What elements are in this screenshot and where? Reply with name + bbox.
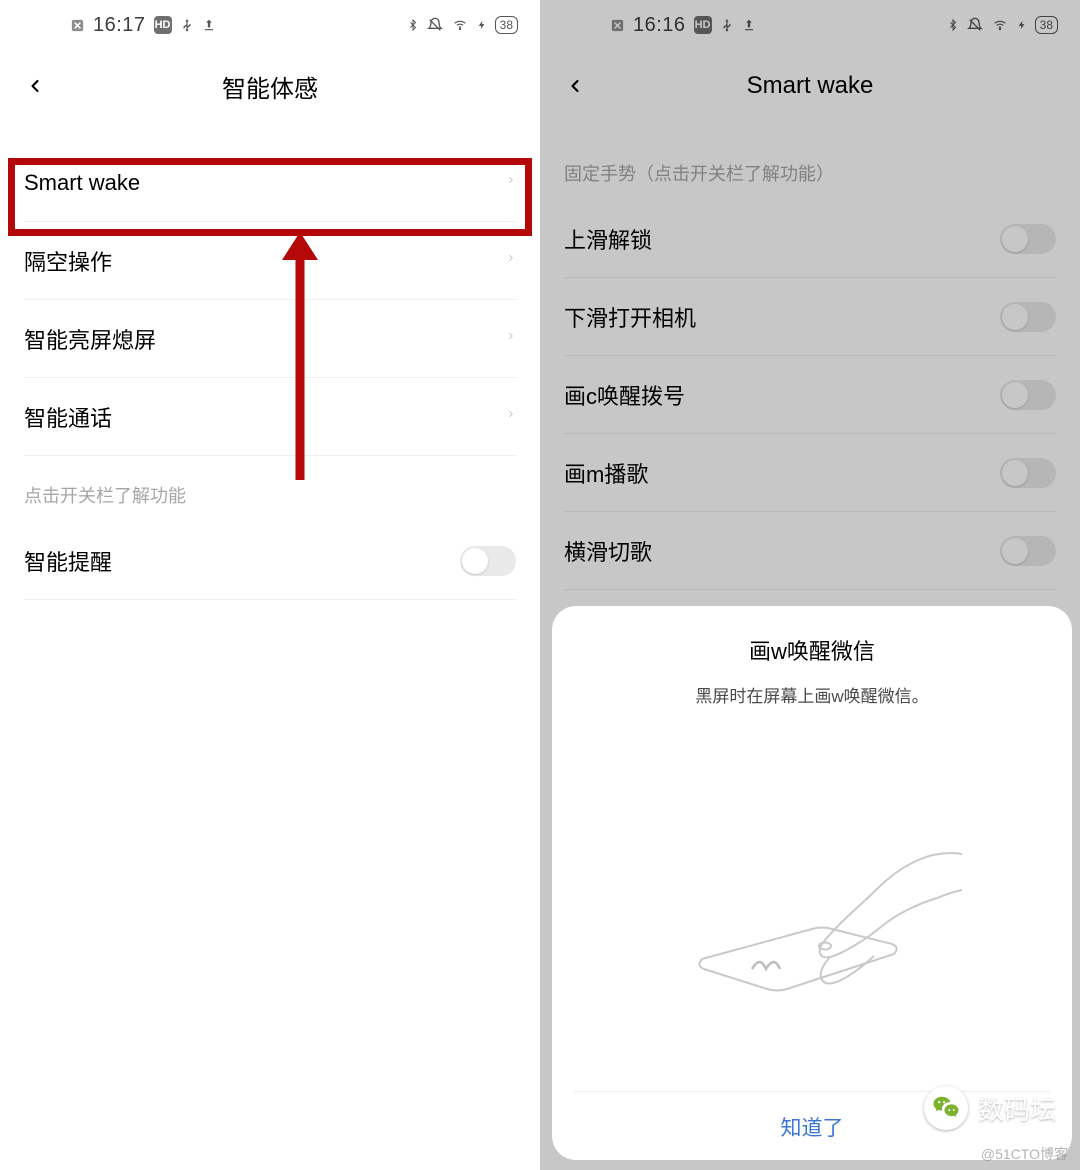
mute-bell-icon — [427, 17, 443, 33]
charge-icon — [1017, 17, 1027, 33]
close-icon — [610, 18, 625, 33]
row-smart-reminder[interactable]: 智能提醒 — [0, 522, 540, 600]
row-smart-call[interactable]: 智能通话 — [0, 378, 540, 456]
chevron-right-icon — [506, 328, 516, 349]
toggle-switch[interactable] — [1000, 458, 1056, 488]
row-draw-c-dial[interactable]: 画c唤醒拨号 — [540, 356, 1080, 434]
gesture-illustration-icon — [574, 707, 1050, 1091]
wechat-icon — [924, 1086, 968, 1130]
row-label: Smart wake — [24, 170, 140, 196]
section-label: 固定手势（点击开关栏了解功能） — [540, 134, 1080, 200]
gesture-info-popup: 画w唤醒微信 黑屏时在屏幕上画w唤醒微信。 知道了 — [552, 606, 1072, 1160]
row-smart-wake[interactable]: Smart wake — [0, 144, 540, 222]
settings-list: Smart wake 隔空操作 智能亮屏熄屏 智能通话 — [0, 134, 540, 600]
page-title: 智能体感 — [222, 69, 318, 104]
row-label: 横滑切歌 — [564, 535, 652, 567]
row-h-swipe-song[interactable]: 横滑切歌 — [540, 512, 1080, 590]
status-time: 16:17 — [93, 14, 146, 37]
usb-icon — [720, 17, 734, 33]
chevron-right-icon — [506, 406, 516, 427]
row-air-gesture[interactable]: 隔空操作 — [0, 222, 540, 300]
usb-icon — [180, 17, 194, 33]
back-button[interactable] — [560, 71, 590, 101]
hd-badge-icon: HD — [694, 16, 712, 34]
screen-left: 16:17 HD — [0, 0, 540, 1170]
row-label: 智能亮屏熄屏 — [24, 323, 156, 355]
row-label: 隔空操作 — [24, 245, 112, 277]
watermark-text: @51CTO博客 — [981, 1144, 1068, 1164]
row-swipe-up-unlock[interactable]: 上滑解锁 — [540, 200, 1080, 278]
toggle-switch[interactable] — [460, 546, 516, 576]
chevron-right-icon — [506, 250, 516, 271]
back-button[interactable] — [20, 71, 50, 101]
battery-indicator: 38 — [1035, 16, 1058, 34]
toggle-switch[interactable] — [1000, 536, 1056, 566]
page-title: Smart wake — [747, 72, 874, 100]
toggle-switch[interactable] — [1000, 224, 1056, 254]
battery-indicator: 38 — [495, 16, 518, 34]
row-smart-screen[interactable]: 智能亮屏熄屏 — [0, 300, 540, 378]
wifi-icon — [991, 18, 1009, 32]
mute-bell-icon — [967, 17, 983, 33]
toggle-switch[interactable] — [1000, 380, 1056, 410]
row-label: 画c唤醒拨号 — [564, 379, 685, 411]
brand-label: 数码坛 — [978, 1090, 1056, 1127]
header: 智能体感 — [0, 50, 540, 122]
popup-description: 黑屏时在屏幕上画w唤醒微信。 — [695, 682, 928, 707]
close-icon — [70, 18, 85, 33]
row-label: 画m播歌 — [564, 457, 648, 489]
popup-title: 画w唤醒微信 — [749, 634, 875, 666]
upload-icon — [202, 17, 216, 33]
bluetooth-icon — [407, 16, 419, 34]
row-label: 智能提醒 — [24, 545, 112, 577]
gestures-list: 固定手势（点击开关栏了解功能） 上滑解锁 下滑打开相机 画c唤醒拨号 — [540, 134, 1080, 590]
chevron-right-icon — [506, 172, 516, 193]
row-swipe-down-camera[interactable]: 下滑打开相机 — [540, 278, 1080, 356]
bluetooth-icon — [947, 16, 959, 34]
section-label: 点击开关栏了解功能 — [0, 456, 540, 522]
toggle-switch[interactable] — [1000, 302, 1056, 332]
status-time: 16:16 — [633, 14, 686, 37]
header: Smart wake — [540, 50, 1080, 122]
status-bar: 16:16 HD — [540, 0, 1080, 50]
upload-icon — [742, 17, 756, 33]
row-label: 智能通话 — [24, 401, 112, 433]
row-draw-m-music[interactable]: 画m播歌 — [540, 434, 1080, 512]
hd-badge-icon: HD — [154, 16, 172, 34]
battery-level: 38 — [500, 18, 513, 32]
wifi-icon — [451, 18, 469, 32]
row-label: 下滑打开相机 — [564, 301, 696, 333]
row-label: 上滑解锁 — [564, 223, 652, 255]
battery-level: 38 — [1040, 18, 1053, 32]
source-brand: 数码坛 — [924, 1086, 1056, 1130]
status-bar: 16:17 HD — [0, 0, 540, 50]
charge-icon — [477, 17, 487, 33]
